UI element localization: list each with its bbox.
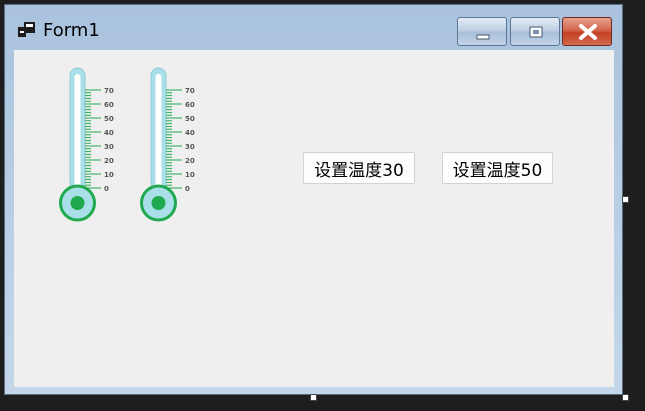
scale-label-20: 20 [104, 157, 114, 165]
scale-label-0: 0 [104, 185, 109, 193]
thermometer-scale-labels: 70 60 50 40 30 20 10 0 [104, 87, 114, 193]
scale-label-40: 40 [185, 129, 195, 137]
resize-handle-corner[interactable] [622, 394, 629, 401]
window-title: Form1 [43, 20, 100, 41]
scale-label-70: 70 [185, 87, 195, 95]
scale-label-20: 20 [185, 157, 195, 165]
title-bar[interactable]: Form1 [5, 5, 622, 50]
scale-label-70: 70 [104, 87, 114, 95]
set-temperature-30-button[interactable]: 设置温度30 [303, 152, 415, 184]
scale-label-60: 60 [104, 101, 114, 109]
thermometer-1: 70 60 50 40 30 20 10 0 [59, 67, 114, 222]
maximize-button[interactable] [510, 17, 560, 46]
scale-label-10: 10 [104, 171, 114, 179]
thermometer-bulb-fill [151, 196, 166, 210]
minimize-button[interactable] [457, 17, 507, 46]
thermometer-tube [150, 67, 167, 191]
resize-handle-right[interactable] [622, 196, 629, 203]
scale-label-60: 60 [185, 101, 195, 109]
scale-label-30: 30 [185, 143, 195, 151]
scale-label-0: 0 [185, 185, 190, 193]
form-client-area: 70 60 50 40 30 20 10 0 70 60 50 40 30 20… [14, 50, 614, 387]
scale-label-50: 50 [185, 115, 195, 123]
resize-handle-bottom[interactable] [310, 394, 317, 401]
thermometer-tube [69, 67, 86, 191]
thermometer-bulb-fill [70, 196, 85, 210]
form1-window: Form1 70 60 50 40 30 20 10 0 70 60 50 40… [4, 4, 623, 395]
form-window-icon [18, 22, 35, 37]
scale-label-40: 40 [104, 129, 114, 137]
set-temperature-50-button[interactable]: 设置温度50 [442, 152, 553, 184]
minimize-icon [476, 34, 490, 40]
thermometer-2: 70 60 50 40 30 20 10 0 [140, 67, 195, 222]
close-button[interactable] [562, 17, 612, 46]
scale-label-30: 30 [104, 143, 114, 151]
scale-label-10: 10 [185, 171, 195, 179]
maximize-icon [529, 26, 543, 38]
close-icon [579, 24, 597, 40]
scale-label-50: 50 [104, 115, 114, 123]
thermometer-scale-labels: 70 60 50 40 30 20 10 0 [185, 87, 195, 193]
